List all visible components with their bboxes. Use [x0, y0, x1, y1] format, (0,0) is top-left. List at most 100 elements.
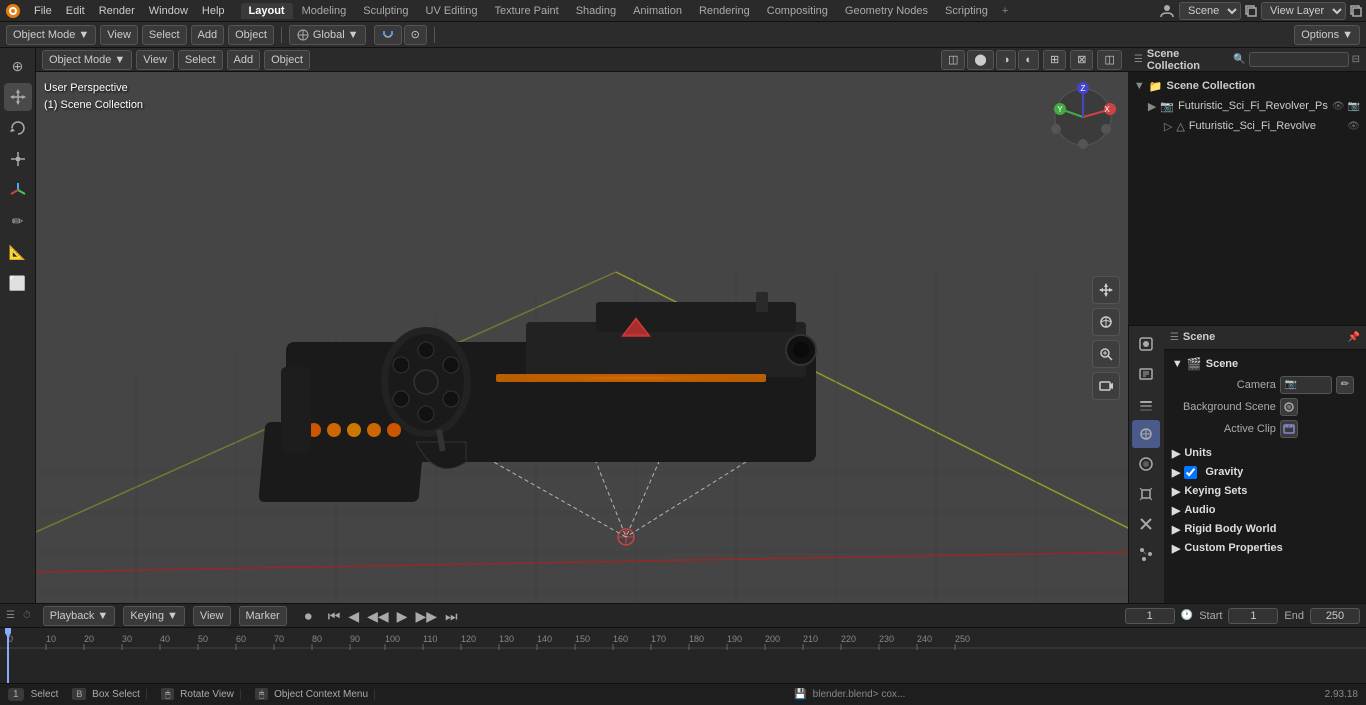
view-menu[interactable]: View [193, 606, 231, 626]
filter-icon[interactable]: ⊟ [1352, 54, 1360, 65]
tab-uv-editing[interactable]: UV Editing [418, 3, 486, 19]
viewport-canvas[interactable]: User Perspective (1) Scene Collection X … [36, 72, 1128, 603]
eye-icon-2[interactable]: 👁 [1347, 121, 1360, 132]
select-move-icon[interactable] [4, 83, 32, 111]
add-cube-icon[interactable]: ⬜ [4, 269, 32, 297]
outliner-item-revolver-ps[interactable]: ▶ 📷 Futuristic_Sci_Fi_Revolver_Ps 👁 📷 [1128, 96, 1366, 116]
current-frame-input[interactable] [1125, 608, 1175, 624]
tab-compositing[interactable]: Compositing [759, 3, 836, 19]
prev-frame-btn[interactable]: ◀ [346, 609, 361, 623]
tab-scripting[interactable]: Scripting [937, 3, 996, 19]
tab-rendering[interactable]: Rendering [691, 3, 758, 19]
transform-icon[interactable] [4, 176, 32, 204]
viewport-overlay-btn[interactable]: ⊠ [1070, 50, 1093, 70]
select-mode-btn[interactable]: 1 [8, 688, 24, 701]
viewport-mode-btn[interactable]: Object Mode ▼ [42, 50, 132, 70]
record-btn[interactable]: ⏺ [303, 609, 314, 623]
render-icon[interactable]: 📷 [1348, 101, 1360, 112]
timeline-ruler[interactable]: 0 10 20 30 40 50 60 70 80 90 100 110 120 [0, 628, 1366, 683]
viewport[interactable]: Object Mode ▼ View Select Add Object ◫ ⬤… [36, 48, 1128, 603]
viewport-view-btn[interactable]: View [136, 50, 174, 70]
select-rotate-icon[interactable] [4, 114, 32, 142]
transform-selector-button[interactable]: Global ▼ [289, 25, 366, 45]
tab-texture-paint[interactable]: Texture Paint [486, 3, 566, 19]
menu-file[interactable]: File [28, 3, 58, 19]
outliner-item-mesh[interactable]: ▷ △ Futuristic_Sci_Fi_Revolve 👁 [1128, 116, 1366, 136]
eye-icon[interactable]: 👁 [1332, 101, 1345, 112]
select-scale-icon[interactable] [4, 145, 32, 173]
outliner-scene-collection[interactable]: ▼ 📁 Scene Collection [1128, 76, 1366, 96]
tab-sculpting[interactable]: Sculpting [355, 3, 416, 19]
units-section-header[interactable]: ▶ Units [1168, 444, 1362, 463]
select-cursor-icon[interactable]: ⊕ [4, 52, 32, 80]
props-particles-icon[interactable] [1132, 540, 1160, 568]
render-shading[interactable]: ◐ [1018, 50, 1039, 70]
props-world-icon[interactable] [1132, 450, 1160, 478]
play-btn[interactable]: ▶ [395, 609, 410, 623]
custom-props-section-header[interactable]: ▶ Custom Properties [1168, 539, 1362, 558]
gravity-section-header[interactable]: ▶ Gravity [1168, 463, 1362, 482]
next-frame-btn[interactable]: ▶▶ [413, 609, 439, 623]
props-header-pin[interactable]: 📌 [1348, 332, 1360, 343]
solid-shading[interactable]: ⬤ [967, 50, 993, 70]
props-modifier-icon[interactable] [1132, 510, 1160, 538]
view-button[interactable]: View [100, 25, 138, 45]
keying-sets-section-header[interactable]: ▶ Keying Sets [1168, 482, 1362, 501]
camera-value[interactable]: 📷 [1280, 376, 1332, 394]
viewport-gizmo-btn[interactable]: ⊞ [1043, 50, 1066, 70]
object-mode-button[interactable]: Object Mode ▼ [6, 25, 96, 45]
scene-selector[interactable]: Scene [1179, 2, 1241, 20]
snap-toggle[interactable] [374, 25, 402, 45]
viewport-xray-btn[interactable]: ◫ [1097, 50, 1121, 70]
object-button[interactable]: Object [228, 25, 274, 45]
annotate-icon[interactable]: ✏ [4, 207, 32, 235]
background-scene-icon-btn[interactable] [1280, 398, 1298, 416]
end-frame-input[interactable] [1310, 608, 1360, 624]
viewport-add-btn[interactable]: Add [227, 50, 261, 70]
options-button[interactable]: Options ▼ [1294, 25, 1360, 45]
viewport-gizmo[interactable]: X Y Z [1048, 82, 1118, 152]
menu-render[interactable]: Render [93, 3, 141, 19]
viewport-select-btn[interactable]: Select [178, 50, 223, 70]
marker-menu[interactable]: Marker [239, 606, 287, 626]
rigid-body-section-header[interactable]: ▶ Rigid Body World [1168, 520, 1362, 539]
scene-section-header[interactable]: ▼ 🎬 Scene [1168, 354, 1362, 374]
props-render-icon[interactable] [1132, 330, 1160, 358]
props-object-icon[interactable] [1132, 480, 1160, 508]
start-frame-input[interactable] [1228, 608, 1278, 624]
material-shading[interactable]: ◑ [996, 50, 1017, 70]
play-reverse-btn[interactable]: ◀◀ [365, 609, 391, 623]
tab-layout[interactable]: Layout [241, 3, 293, 19]
menu-help[interactable]: Help [196, 3, 231, 19]
viewport-object-btn[interactable]: Object [264, 50, 310, 70]
props-scene-icon[interactable] [1132, 420, 1160, 448]
tab-animation[interactable]: Animation [625, 3, 690, 19]
camera-picker-btn[interactable]: ✏ [1336, 376, 1354, 394]
playback-menu[interactable]: Playback ▼ [43, 606, 116, 626]
props-output-icon[interactable] [1132, 360, 1160, 388]
tab-shading[interactable]: Shading [568, 3, 624, 19]
gravity-checkbox[interactable] [1184, 466, 1197, 479]
keying-menu[interactable]: Keying ▼ [123, 606, 185, 626]
wireframe-shading[interactable]: ◫ [941, 50, 965, 70]
menu-window[interactable]: Window [143, 3, 194, 19]
viewport-zoom-btn[interactable] [1092, 340, 1120, 368]
audio-section-header[interactable]: ▶ Audio [1168, 501, 1362, 520]
active-clip-icon-btn[interactable] [1280, 420, 1298, 438]
skip-end-btn[interactable]: ⏭ [443, 609, 460, 623]
tab-modeling[interactable]: Modeling [294, 3, 355, 19]
viewport-camera-btn[interactable] [1092, 372, 1120, 400]
props-view-layer-icon[interactable] [1132, 390, 1160, 418]
menu-edit[interactable]: Edit [60, 3, 91, 19]
add-button[interactable]: Add [191, 25, 225, 45]
select-button[interactable]: Select [142, 25, 187, 45]
measure-icon[interactable]: 📐 [4, 238, 32, 266]
proportional-edit[interactable]: ⊙ [404, 25, 427, 45]
view-layer-selector[interactable]: View Layer [1261, 2, 1346, 20]
outliner-search-input[interactable] [1249, 52, 1349, 67]
tab-add[interactable]: + [997, 3, 1013, 19]
viewport-pan-btn[interactable] [1092, 276, 1120, 304]
skip-start-btn[interactable]: ⏮ [326, 609, 343, 623]
viewport-orbit-btn[interactable] [1092, 308, 1120, 336]
tab-geometry-nodes[interactable]: Geometry Nodes [837, 3, 936, 19]
